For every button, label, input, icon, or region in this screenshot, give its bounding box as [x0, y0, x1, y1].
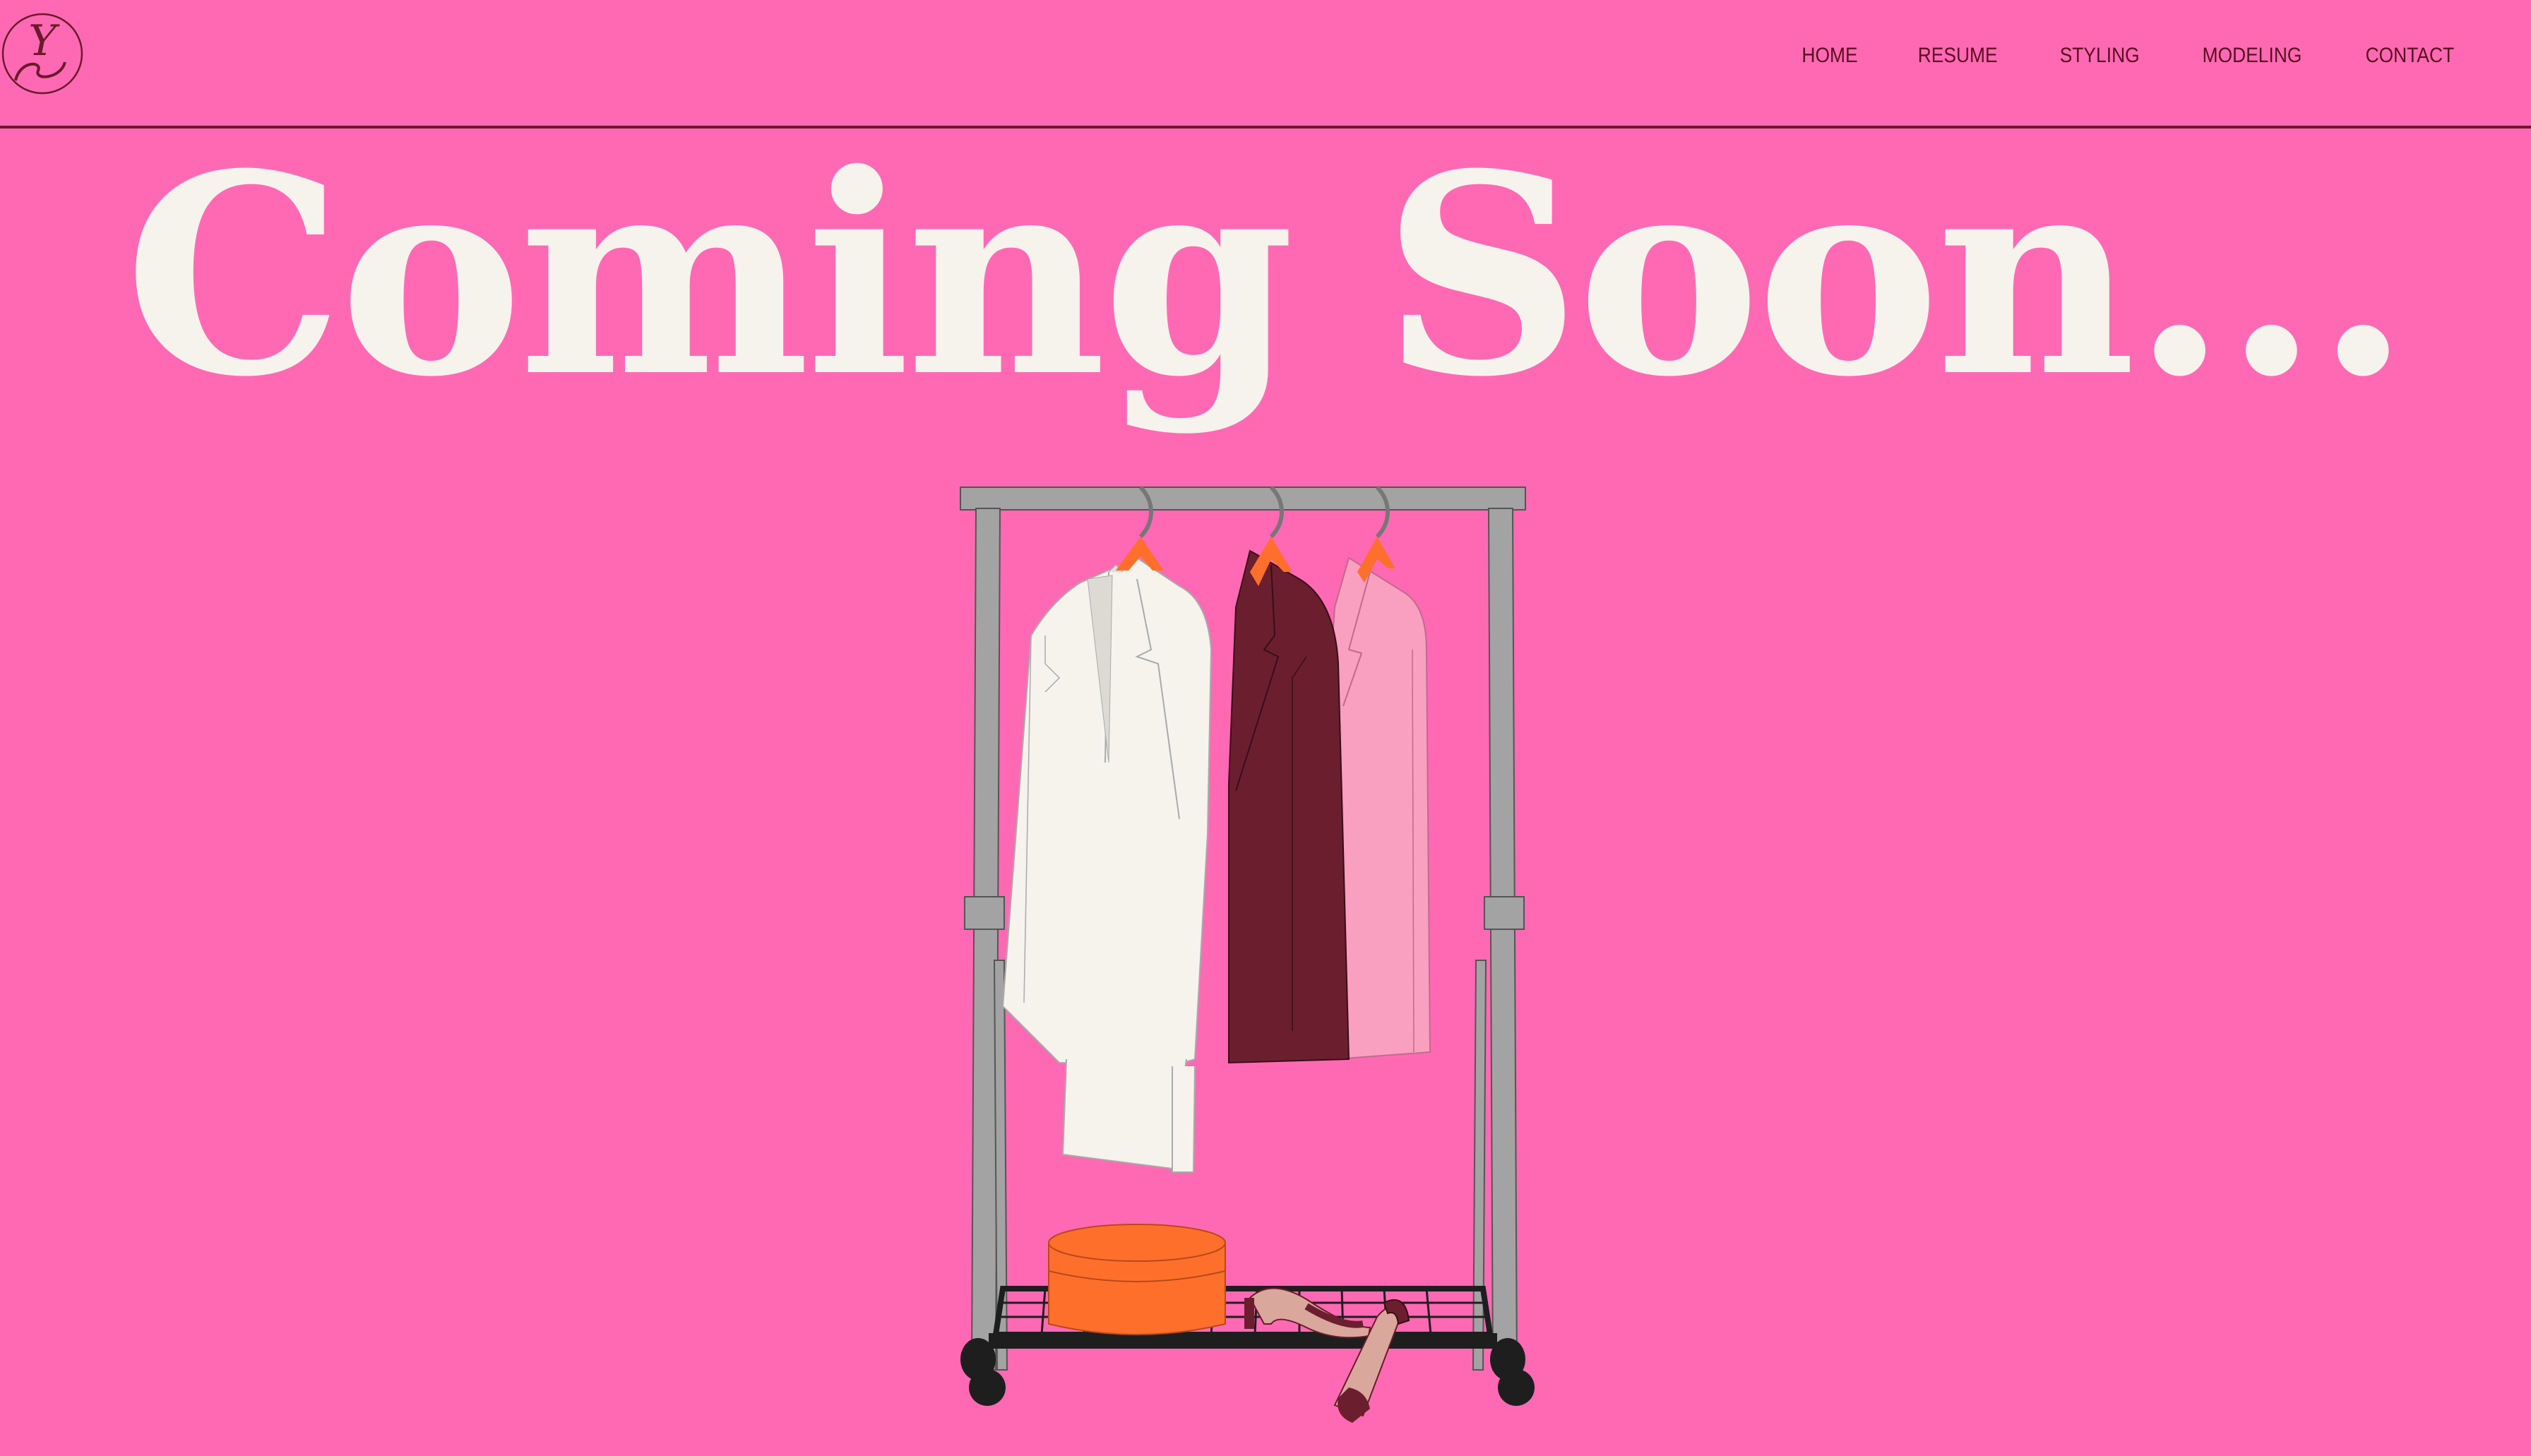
hat-box — [1048, 1224, 1226, 1335]
svg-text:Y: Y — [28, 16, 60, 66]
nav-modeling-link[interactable]: MODELING — [2203, 44, 2302, 68]
site-header: Y HOME RESUME STYLING MODELING CONTACT — [0, 0, 2531, 129]
nav-resume-link[interactable]: RESUME — [1918, 44, 1998, 68]
page-headline: Coming Soon... — [124, 114, 2411, 437]
logo-monogram-icon[interactable]: Y — [0, 11, 85, 96]
rack-top-bar — [960, 487, 1526, 511]
main-nav: HOME RESUME STYLING MODELING CONTACT — [1798, 44, 2460, 68]
nav-home-link[interactable]: HOME — [1802, 44, 1858, 68]
nav-styling-link[interactable]: STYLING — [2060, 44, 2140, 68]
heel-shoe — [1244, 1287, 1371, 1339]
white-coat — [1001, 556, 1213, 1173]
nav-contact-link[interactable]: CONTACT — [2366, 44, 2455, 68]
burgundy-blazer — [1228, 549, 1350, 1064]
clothing-rack-illustration — [960, 485, 1535, 1423]
rack-right-pole — [1487, 508, 1518, 1371]
heel-shoe — [1333, 1299, 1410, 1423]
